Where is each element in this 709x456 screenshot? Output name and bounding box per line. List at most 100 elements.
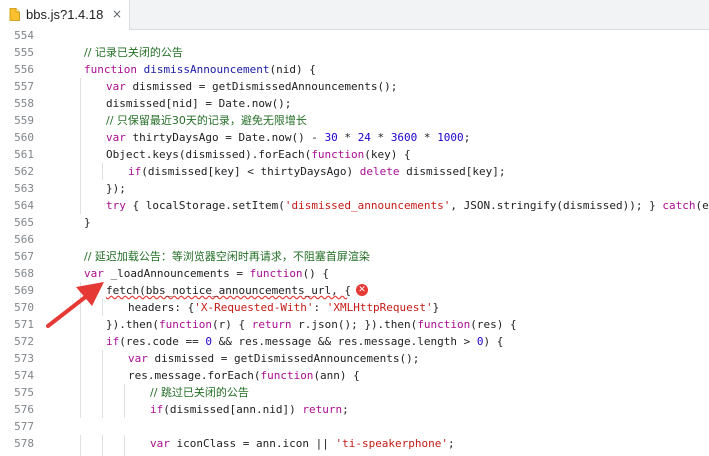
line-number: 554 xyxy=(14,30,34,42)
code-line: 565} xyxy=(0,214,709,231)
line-number: 574 xyxy=(14,369,34,382)
code-token: 30 xyxy=(324,131,338,144)
code-token: ; xyxy=(342,403,349,416)
error-icon[interactable]: ✕ xyxy=(356,284,368,296)
code-text: var thirtyDaysAgo = Date.now() - 30 * 24… xyxy=(106,129,470,146)
indent-guide xyxy=(102,163,103,180)
code-line: 560 var thirtyDaysAgo = Date.now() - 30 *… xyxy=(0,129,709,146)
line-number: 557 xyxy=(14,80,34,93)
code-token: function xyxy=(311,148,365,161)
code-text: }); xyxy=(106,180,126,197)
code-text: Object.keys(dismissed).forEach(function(… xyxy=(106,146,411,163)
code-token: function xyxy=(84,63,144,76)
code-line: 554 xyxy=(0,30,709,44)
code-token: try xyxy=(106,199,126,212)
line-number: 562 xyxy=(14,165,34,178)
line-number: 579 xyxy=(0,452,34,456)
line-number: 567 xyxy=(14,250,34,263)
line-number: 556 xyxy=(14,63,34,76)
indent-guide xyxy=(124,452,125,456)
code-text: if(res.code == 0 && res.message && res.m… xyxy=(106,333,503,350)
code-token: thirtyDaysAgo = Date.now() - xyxy=(132,131,325,144)
code-line: 559 // 只保留最近30天的记录，避免无限增长 xyxy=(0,112,709,129)
code-editor[interactable]: 554 555 // 记录已关闭的公告 556 function dismissAnno… xyxy=(0,30,709,456)
line-number: 578 xyxy=(14,437,34,450)
indent-guide xyxy=(124,384,125,401)
code-token: } xyxy=(84,216,91,229)
code-line: 557 var dismissed = getDismissedAnnouncem… xyxy=(0,78,709,95)
code-line: 576 if(dismissed[ann.nid]) return; xyxy=(0,401,709,418)
code-token: * xyxy=(417,131,438,144)
code-token: headers: { xyxy=(128,301,195,314)
tab-bbs-js[interactable]: bbs.js?1.4.18 × xyxy=(0,0,130,30)
code-token: () { xyxy=(302,267,330,280)
code-token: ; xyxy=(463,131,471,144)
indent-guide xyxy=(80,299,81,316)
code-token: function xyxy=(249,267,303,280)
code-line: 566 xyxy=(0,231,709,248)
indent-guide xyxy=(80,350,81,367)
code-token: * xyxy=(337,131,358,144)
indent-guide xyxy=(80,452,81,456)
code-token: res.message.forEach( xyxy=(128,369,261,382)
code-token: 3600 xyxy=(390,131,418,144)
code-token: if xyxy=(128,165,142,178)
code-token: (r) { xyxy=(211,318,252,331)
line-number: 568 xyxy=(14,267,34,280)
indent-guide xyxy=(80,197,81,214)
line-number: 570 xyxy=(14,301,34,314)
indent-guide xyxy=(80,401,81,418)
indent-guide xyxy=(80,78,81,95)
code-text: headers: {'X-Requested-With': 'XMLHttpRe… xyxy=(128,299,439,316)
indent-guide xyxy=(80,112,81,129)
code-line: 562 if(dismissed[key] < thirtyDaysAgo) de… xyxy=(0,163,709,180)
code-line: 556 function dismissAnnouncement(nid) { xyxy=(0,61,709,78)
code-line: 567 // 延迟加载公告：等浏览器空闲时再请求，不阻塞首屏渲染 xyxy=(0,248,709,265)
line-number: 573 xyxy=(14,352,34,365)
indent-guide xyxy=(102,435,103,452)
code-token: (res.code == xyxy=(119,335,206,348)
indent-guide xyxy=(102,299,103,316)
code-token: // 只保留最近30天的记录，避免无限增长 xyxy=(106,114,307,127)
code-token: ) { xyxy=(483,335,504,348)
code-token: 'dismissed_announcements' xyxy=(284,199,451,212)
indent-guide xyxy=(80,282,81,299)
indent-guide xyxy=(102,350,103,367)
code-token: , JSON.stringify(dismissed)); } xyxy=(450,199,663,212)
code-token: (dismissed[key] < thirtyDaysAgo) xyxy=(141,165,360,178)
code-token: // 延迟加载公告：等浏览器空闲时再请求，不阻塞首屏渲染 xyxy=(84,250,370,263)
code-token: function xyxy=(158,318,212,331)
code-token: var xyxy=(128,352,155,365)
code-token: var xyxy=(106,131,133,144)
file-icon xyxy=(9,8,20,21)
line-number: 565 xyxy=(14,216,34,229)
code-token: 'ti-speakerphone' xyxy=(335,437,449,450)
line-number: 560 xyxy=(14,131,34,144)
code-token: 1000 xyxy=(437,131,464,144)
code-token: if xyxy=(106,335,120,348)
indent-guide xyxy=(102,367,103,384)
code-token: catch xyxy=(662,199,696,212)
code-token: function xyxy=(417,318,471,331)
code-line: 558 dismissed[nid] = Date.now(); xyxy=(0,95,709,112)
code-line: 570 headers: {'X-Requested-With': 'XMLHtt… xyxy=(0,299,709,316)
code-token: dismissed = getDismissedAnnouncements(); xyxy=(132,80,398,93)
code-token: return xyxy=(251,318,292,331)
tab-close-icon[interactable]: × xyxy=(112,7,122,21)
line-number: 572 xyxy=(14,335,34,348)
indent-guide xyxy=(80,95,81,112)
indent-guide xyxy=(80,435,81,452)
code-token: { localStorage.setItem( xyxy=(125,199,285,212)
line-number: 564 xyxy=(14,199,34,212)
line-number: 559 xyxy=(14,114,34,127)
code-line: 569 fetch(bbs_notice_announcements_url, {… xyxy=(0,282,709,299)
code-token: (ann) { xyxy=(313,369,360,382)
code-line: 574 res.message.forEach(function(ann) { xyxy=(0,367,709,384)
code-line: 577 xyxy=(0,418,709,435)
line-number: 563 xyxy=(14,182,34,195)
code-token: var xyxy=(84,267,111,280)
indent-guide xyxy=(80,180,81,197)
code-token: ; xyxy=(448,437,455,450)
line-number: 569 xyxy=(14,284,34,297)
code-token: 'XMLHttpRequest' xyxy=(326,301,433,314)
